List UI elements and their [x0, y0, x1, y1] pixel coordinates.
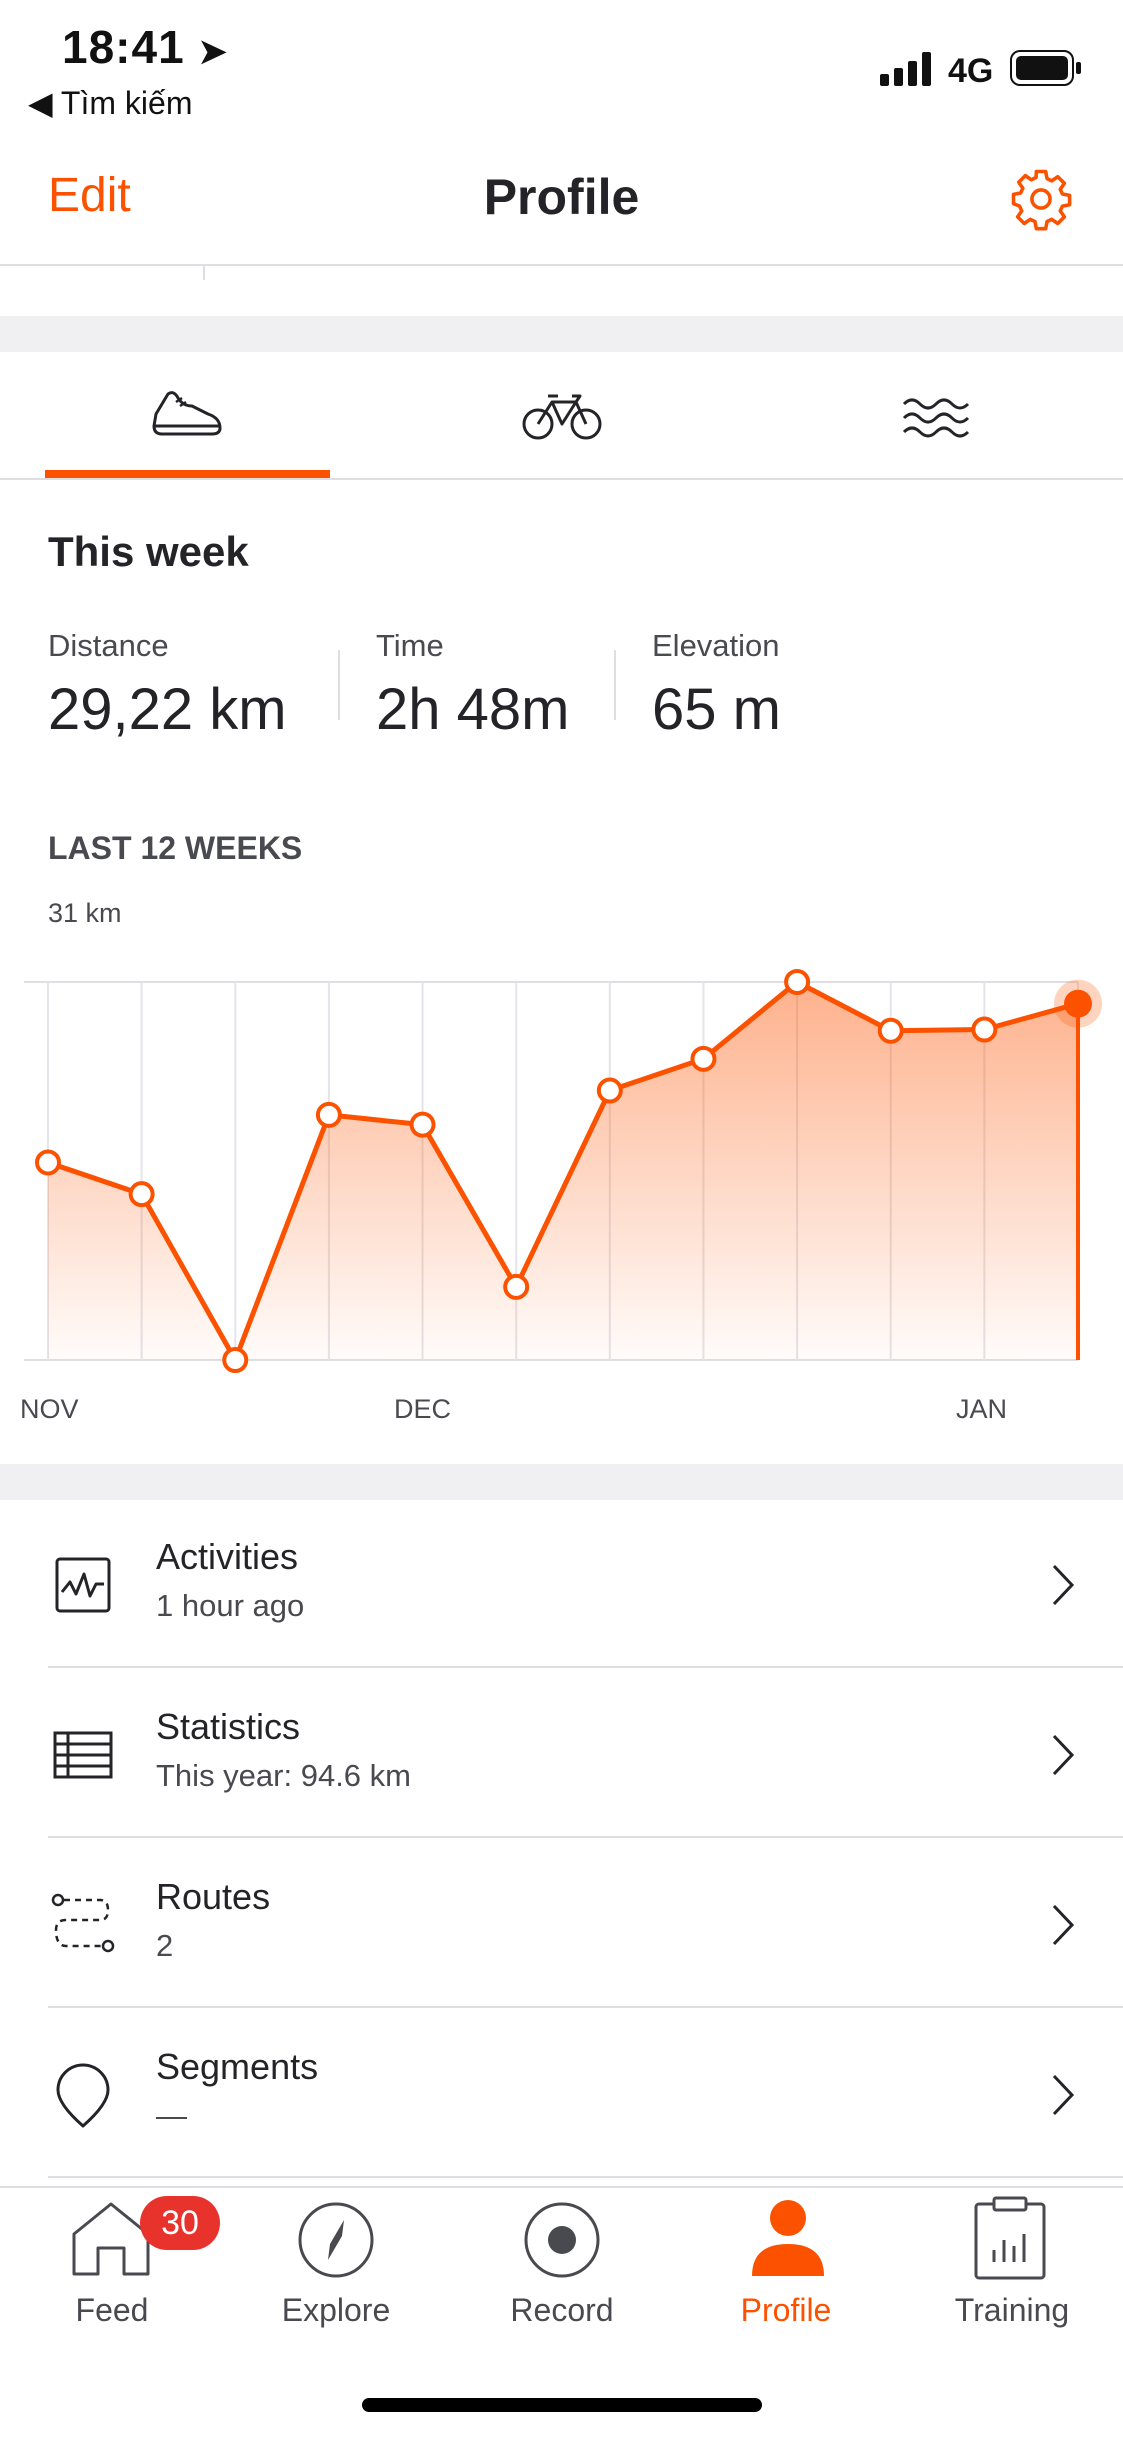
chart-max-label: 31 km — [48, 898, 122, 928]
weekly-distance-chart — [24, 969, 1102, 1373]
x-tick-label-dec: DEC — [394, 1394, 452, 1424]
chevron-right-icon[interactable] — [1050, 1902, 1076, 1948]
routes-subtitle: 2 — [156, 1928, 174, 1963]
elevation-value: 65 m — [652, 677, 781, 742]
tab-profile[interactable]: Profile — [686, 2292, 886, 2329]
bicycle-icon[interactable] — [522, 388, 602, 442]
network-label: 4G — [948, 52, 994, 90]
page-title: Profile — [483, 169, 640, 225]
chart-title: LAST 12 WEEKS — [48, 830, 303, 866]
chart-point — [503, 1273, 530, 1300]
routes-title[interactable]: Routes — [156, 1876, 270, 1918]
chart-point — [784, 969, 811, 995]
this-week-title: This week — [48, 528, 249, 575]
segments-title[interactable]: Segments — [156, 2046, 318, 2088]
person-icon[interactable] — [748, 2198, 828, 2280]
tab-training[interactable]: Training — [912, 2292, 1112, 2329]
time-label: Time — [376, 628, 444, 663]
battery-icon — [1010, 50, 1081, 86]
activities-title[interactable]: Activities — [156, 1536, 298, 1578]
chevron-right-icon[interactable] — [1050, 1562, 1076, 1608]
chevron-right-icon[interactable] — [1050, 1732, 1076, 1778]
activity-chart-icon — [55, 1557, 111, 1613]
signal-icon — [880, 52, 931, 86]
record-icon[interactable] — [522, 2200, 602, 2280]
segment-pin-icon — [56, 2063, 110, 2128]
status-time: 18:41 ➤ — [62, 21, 228, 73]
home-icon[interactable] — [68, 2198, 154, 2278]
gear-icon[interactable] — [1008, 166, 1074, 232]
activities-subtitle: 1 hour ago — [156, 1588, 305, 1623]
x-tick-label-jan: JAN — [956, 1394, 1008, 1424]
swim-waves-icon[interactable] — [900, 390, 974, 440]
chart-point — [315, 1101, 342, 1128]
chart-point — [35, 1149, 61, 1176]
back-to-search-link[interactable]: ◀ Tìm kiếm — [28, 84, 192, 122]
chart-point — [971, 1016, 998, 1043]
chart-point-current — [1064, 989, 1092, 1018]
chart-point — [690, 1045, 717, 1072]
time-value: 2h 48m — [376, 677, 570, 742]
statistics-subtitle: This year: 94.6 km — [156, 1758, 411, 1793]
clipboard-chart-icon[interactable] — [972, 2196, 1048, 2282]
chart-point — [222, 1347, 249, 1373]
table-icon — [53, 1731, 113, 1779]
distance-label: Distance — [48, 628, 169, 663]
compass-icon[interactable] — [296, 2200, 376, 2280]
elevation-label: Elevation — [652, 628, 780, 663]
distance-value: 29,22 km — [48, 677, 287, 742]
segments-subtitle: — — [156, 2098, 187, 2133]
chart-point — [128, 1181, 155, 1208]
chart-point — [596, 1077, 623, 1104]
chevron-right-icon[interactable] — [1050, 2072, 1076, 2118]
statistics-title[interactable]: Statistics — [156, 1706, 300, 1748]
route-icon — [51, 1893, 115, 1953]
selected-tab-indicator — [45, 470, 330, 478]
chart-point — [409, 1111, 436, 1138]
x-tick-label-nov: NOV — [20, 1394, 79, 1424]
tab-record[interactable]: Record — [462, 2292, 662, 2329]
home-indicator — [362, 2398, 762, 2412]
tab-explore[interactable]: Explore — [236, 2292, 436, 2329]
chart-point — [877, 1017, 904, 1044]
running-shoe-icon[interactable] — [150, 384, 226, 440]
tab-feed[interactable]: Feed — [12, 2292, 212, 2329]
edit-button[interactable]: Edit — [48, 168, 131, 223]
feed-notification-badge: 30 — [140, 2196, 220, 2250]
